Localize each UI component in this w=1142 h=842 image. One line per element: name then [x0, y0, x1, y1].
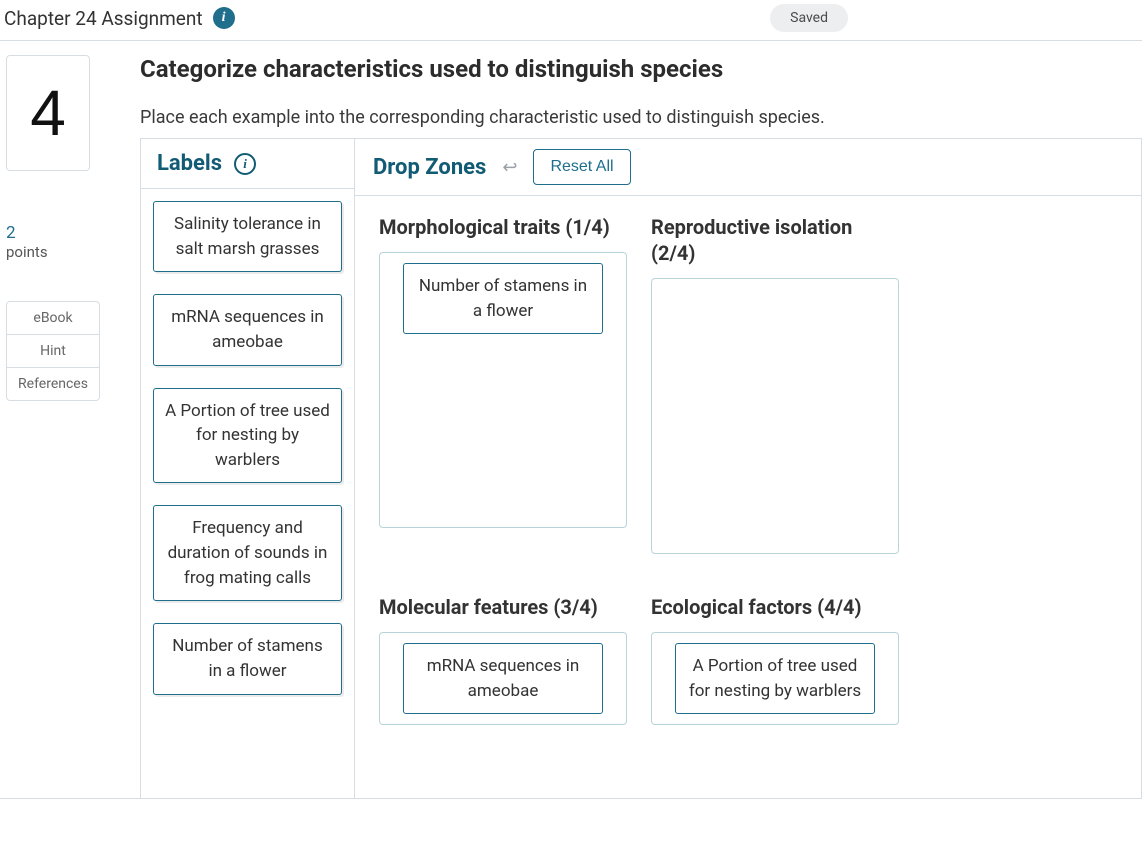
- saved-status: Saved: [770, 4, 848, 32]
- body-row: 4 2 points eBook Hint References Categor…: [0, 41, 1142, 798]
- question-instructions: Place each example into the correspondin…: [140, 107, 1142, 128]
- page-footer: [0, 798, 1142, 820]
- drop-zone-box[interactable]: mRNA sequences in ameobae: [379, 632, 627, 725]
- placed-card[interactable]: mRNA sequences in ameobae: [403, 643, 603, 714]
- points-label: points: [6, 243, 120, 261]
- label-card[interactable]: Salinity tolerance in salt marsh grasses: [153, 201, 342, 272]
- undo-icon[interactable]: ↩: [502, 157, 517, 178]
- link-ebook[interactable]: eBook: [7, 302, 99, 335]
- drop-zone-title: Molecular features (3/4): [379, 594, 627, 620]
- drop-zone-box[interactable]: [651, 278, 899, 554]
- assignment-title: Chapter 24 Assignment: [4, 7, 203, 30]
- main-column: Categorize characteristics used to disti…: [128, 41, 1142, 798]
- labels-header: Labels i: [141, 139, 354, 189]
- placed-card[interactable]: Number of stamens in a flower: [403, 263, 603, 334]
- placed-card[interactable]: A Portion of tree used for nesting by wa…: [675, 643, 875, 714]
- dropzones-body: Morphological traits (1/4) Number of stam…: [355, 196, 1141, 743]
- label-card[interactable]: Frequency and duration of sounds in frog…: [153, 505, 342, 601]
- question-title: Categorize characteristics used to disti…: [140, 55, 1142, 83]
- question-number: 4: [6, 55, 90, 171]
- drop-zone-box[interactable]: A Portion of tree used for nesting by wa…: [651, 632, 899, 725]
- labels-pane: Labels i Salinity tolerance in salt mars…: [141, 139, 355, 798]
- link-references[interactable]: References: [7, 368, 99, 400]
- dropzones-header: Drop Zones ↩ Reset All: [355, 139, 1141, 196]
- drop-zone: Molecular features (3/4) mRNA sequences i…: [379, 594, 627, 725]
- activity-area: Labels i Salinity tolerance in salt mars…: [140, 138, 1142, 798]
- info-icon[interactable]: i: [213, 7, 235, 29]
- app-root: Chapter 24 Assignment i Saved 4 2 points…: [0, 0, 1142, 820]
- drop-zone-box[interactable]: Number of stamens in a flower: [379, 252, 627, 528]
- page-header: Chapter 24 Assignment i Saved: [0, 0, 1142, 41]
- dropzones-pane: Drop Zones ↩ Reset All Morphological tra…: [355, 139, 1141, 798]
- label-card[interactable]: mRNA sequences in ameobae: [153, 294, 342, 365]
- drop-zone-title: Reproductive isolation (2/4): [651, 214, 899, 266]
- points-value: 2: [6, 223, 120, 243]
- labels-info-icon[interactable]: i: [234, 153, 256, 175]
- labels-list: Salinity tolerance in salt marsh grasses…: [141, 189, 354, 707]
- dropzones-header-text: Drop Zones: [373, 155, 486, 180]
- drop-zone: Morphological traits (1/4) Number of stam…: [379, 214, 627, 554]
- drop-zone: Ecological factors (4/4) A Portion of tre…: [651, 594, 899, 725]
- side-links: eBook Hint References: [6, 301, 100, 401]
- drop-zone-title: Ecological factors (4/4): [651, 594, 899, 620]
- label-card[interactable]: Number of stamens in a flower: [153, 623, 342, 694]
- drop-zone-title: Morphological traits (1/4): [379, 214, 627, 240]
- reset-all-button[interactable]: Reset All: [533, 149, 630, 185]
- label-card[interactable]: A Portion of tree used for nesting by wa…: [153, 388, 342, 484]
- left-column: 4 2 points eBook Hint References: [0, 41, 128, 798]
- link-hint[interactable]: Hint: [7, 335, 99, 368]
- header-left: Chapter 24 Assignment i: [4, 7, 235, 30]
- drop-zone: Reproductive isolation (2/4): [651, 214, 899, 554]
- labels-header-text: Labels: [157, 151, 222, 176]
